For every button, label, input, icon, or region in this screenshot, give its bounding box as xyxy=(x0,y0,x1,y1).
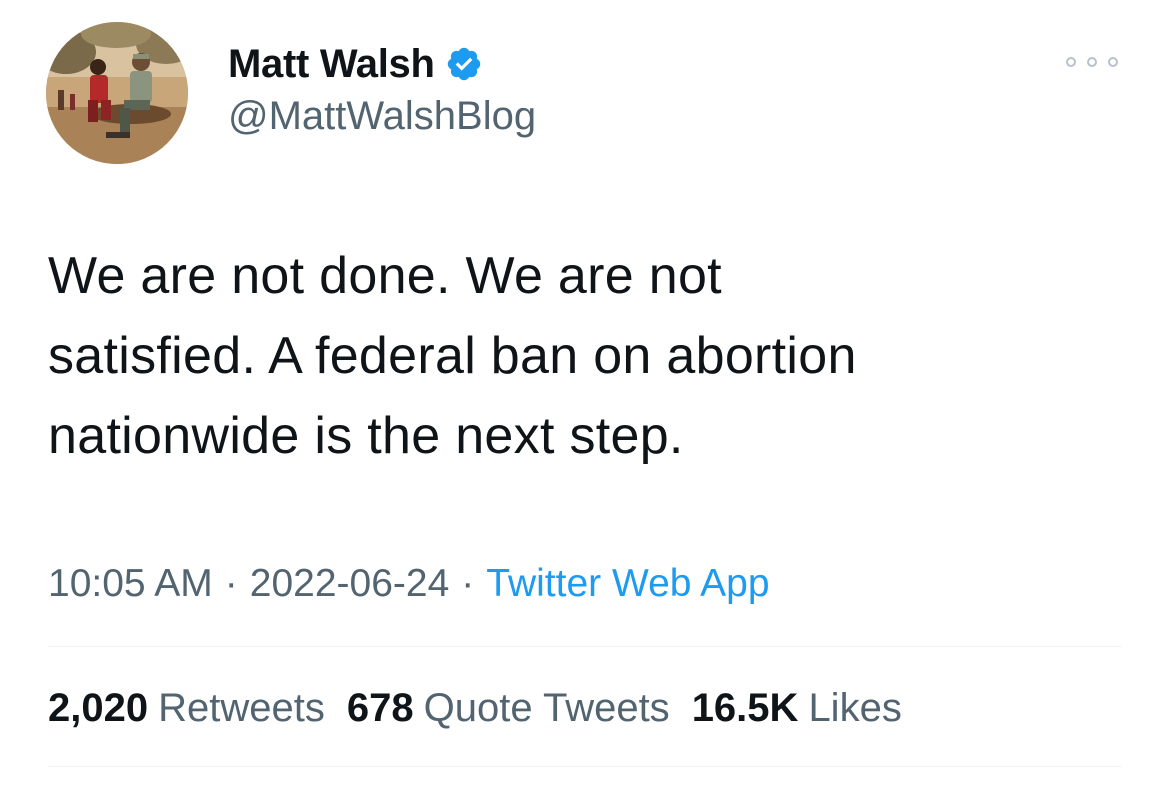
source-link[interactable]: Twitter Web App xyxy=(486,562,769,605)
tweet-text-line: We are not done. We are not xyxy=(48,247,722,305)
retweets-count: 2,020 xyxy=(48,686,149,730)
display-name[interactable]: Matt Walsh xyxy=(228,42,435,87)
tweet-text-line: nationwide is the next step. xyxy=(48,407,684,465)
divider xyxy=(48,646,1121,647)
meta-separator: · xyxy=(224,562,238,605)
more-dot-icon xyxy=(1066,57,1076,67)
tweet-card: Matt Walsh @MattWalshBlog We are not don… xyxy=(0,0,1169,790)
tweet-meta: 10:05 AM · 2022-06-24 · Twitter Web App xyxy=(48,560,770,608)
likes-stat[interactable]: 16.5K Likes xyxy=(692,684,902,732)
tweet-text: We are not done. We are not satisfied. A… xyxy=(48,236,1108,476)
author-name-row: Matt Walsh xyxy=(228,40,483,88)
more-dot-icon xyxy=(1108,57,1118,67)
quote-tweets-label: Quote Tweets xyxy=(423,686,670,730)
more-options-button[interactable] xyxy=(1066,50,1118,74)
avatar[interactable] xyxy=(46,22,188,164)
divider xyxy=(48,766,1121,767)
profile-photo-icon xyxy=(46,22,188,164)
quote-tweets-count: 678 xyxy=(346,686,414,730)
meta-separator: · xyxy=(461,562,475,605)
retweets-stat[interactable]: 2,020 Retweets xyxy=(48,684,325,732)
tweet-text-line: satisfied. A federal ban on abortion xyxy=(48,327,857,385)
more-dot-icon xyxy=(1087,57,1097,67)
engagement-stats: 2,020 Retweets 678 Quote Tweets 16.5K Li… xyxy=(48,684,902,732)
handle[interactable]: @MattWalshBlog xyxy=(228,94,536,139)
tweet-time[interactable]: 10:05 AM xyxy=(48,562,213,605)
tweet-date[interactable]: 2022-06-24 xyxy=(250,562,450,605)
verified-badge-icon xyxy=(445,45,483,83)
retweets-label: Retweets xyxy=(158,686,325,730)
likes-label: Likes xyxy=(808,686,902,730)
likes-count: 16.5K xyxy=(691,686,799,730)
quote-tweets-stat[interactable]: 678 Quote Tweets xyxy=(347,684,670,732)
